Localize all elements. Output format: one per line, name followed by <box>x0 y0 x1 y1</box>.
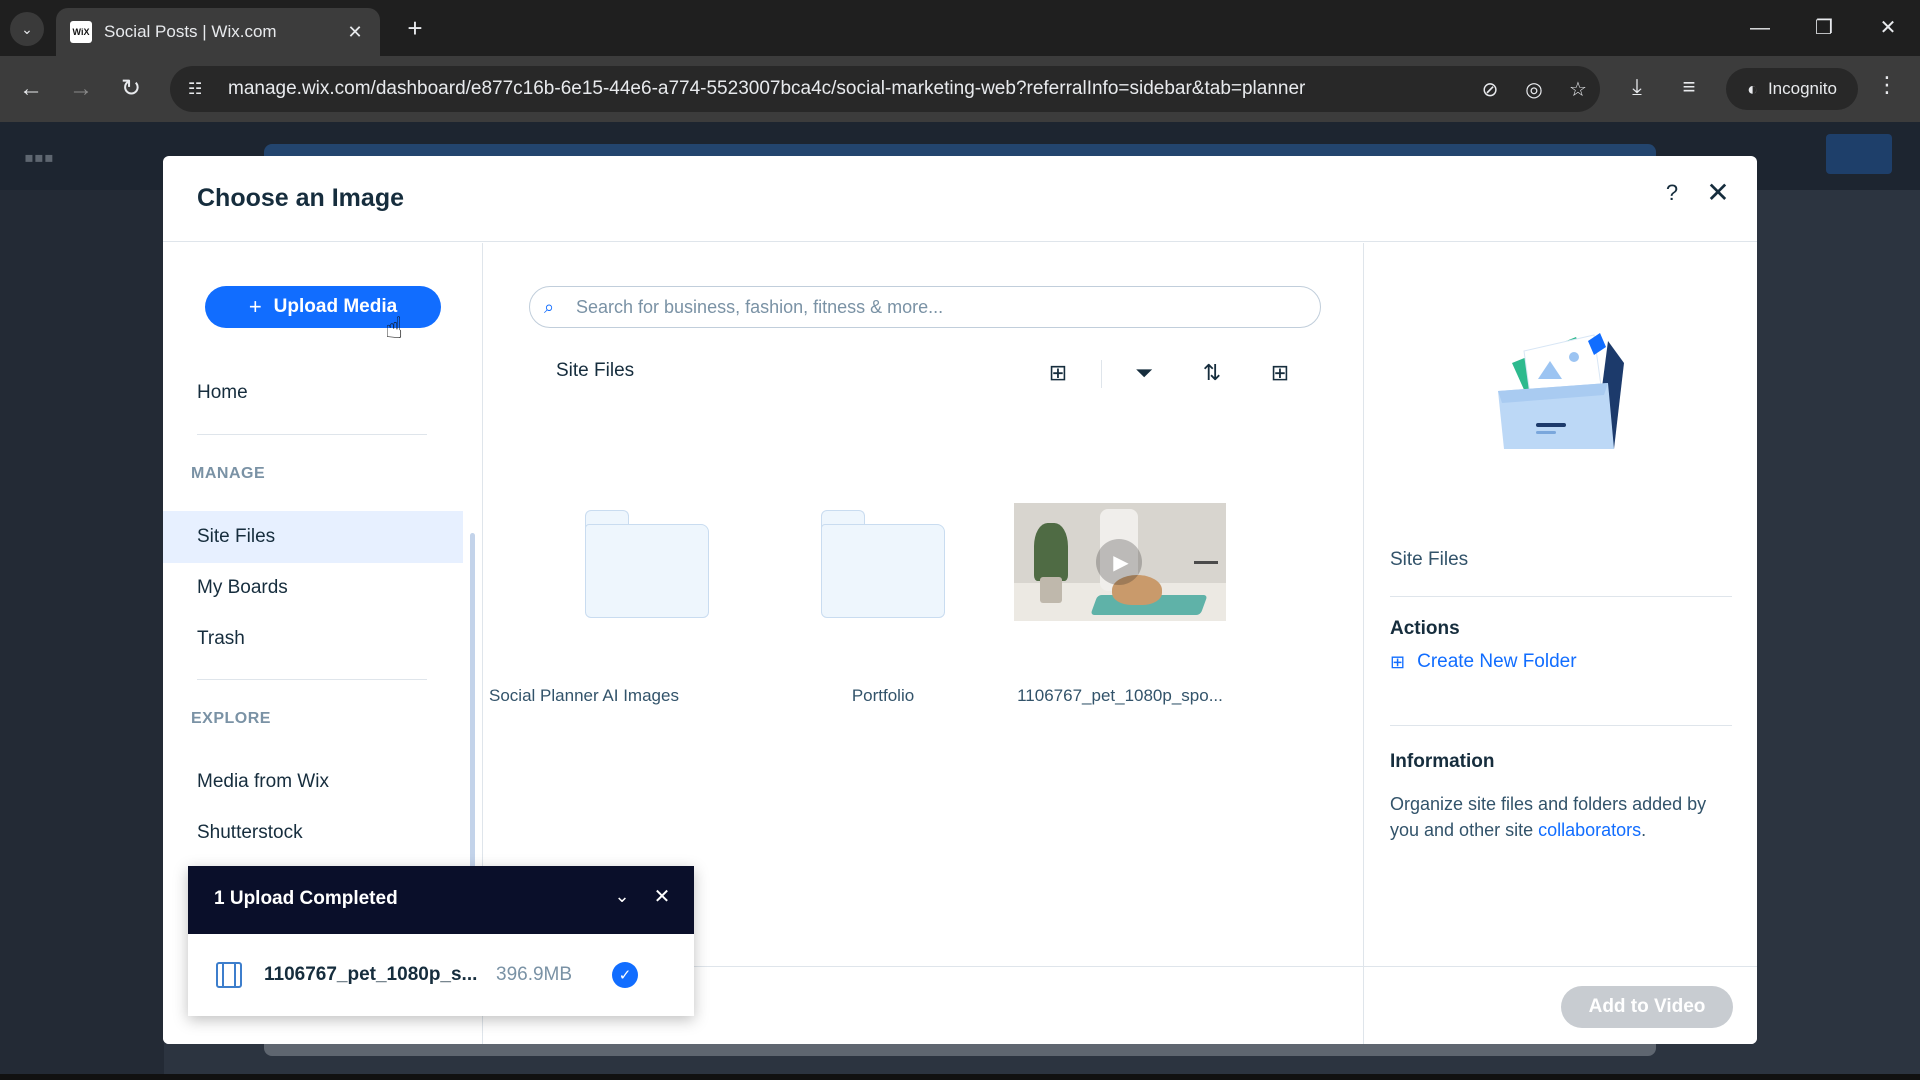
minimize-icon[interactable]: — <box>1740 12 1780 44</box>
create-new-folder-link[interactable]: ⊞ Create New Folder <box>1390 651 1577 673</box>
search-input[interactable] <box>576 296 1276 318</box>
upload-media-button[interactable]: + Upload Media <box>205 286 441 328</box>
breadcrumb: Site Files <box>556 360 635 381</box>
incognito-icon: ◐ <box>1747 78 1758 99</box>
sidebar-item-my-boards[interactable]: My Boards <box>163 562 463 614</box>
new-tab-button[interactable]: + <box>398 12 432 46</box>
actions-heading: Actions <box>1390 618 1460 639</box>
media-controls-icon[interactable]: ≡ <box>1672 74 1706 100</box>
details-panel: Site Files Actions ⊞ Create New Folder I… <box>1363 243 1757 1044</box>
collaborators-link[interactable]: collaborators <box>1538 820 1641 840</box>
information-end: . <box>1641 820 1647 840</box>
camera-off-icon[interactable]: ⊘ <box>1468 77 1512 102</box>
site-files-illustration-icon <box>1498 333 1624 449</box>
mouse-pointer-icon: ☝ <box>385 312 404 345</box>
dialog-title: Choose an Image <box>197 184 404 212</box>
upload-file-size: 396.9MB <box>496 964 573 985</box>
section-label-manage: MANAGE <box>191 465 266 482</box>
grid-view-icon[interactable]: ⊞ <box>1263 356 1297 390</box>
details-divider <box>1390 596 1732 597</box>
sidebar-divider <box>197 434 427 435</box>
sidebar-item-media-from-wix[interactable]: Media from Wix <box>163 756 463 808</box>
bottom-edge <box>0 1074 1920 1080</box>
dialog-header: Choose an Image ? ✕ <box>163 156 1757 242</box>
details-title: Site Files <box>1390 549 1469 570</box>
help-icon[interactable]: ? <box>1657 180 1687 206</box>
section-label-explore: EXPLORE <box>191 710 271 727</box>
upload-status-toast: 1 Upload Completed ⌄ ✕ 1106767_pet_1080p… <box>188 866 694 1016</box>
tab-title: Social Posts | Wix.com <box>104 22 277 41</box>
tab-close-icon[interactable]: ✕ <box>344 22 366 43</box>
play-icon[interactable]: ▶ <box>1096 539 1142 585</box>
folder-icon[interactable] <box>585 510 709 618</box>
add-to-video-button[interactable]: Add to Video <box>1561 986 1733 1028</box>
upload-file-row: 1106767_pet_1080p_s... 396.9MB ✓ <box>188 934 694 1016</box>
back-icon[interactable]: ← <box>12 70 50 108</box>
bookmark-star-icon[interactable]: ☆ <box>1556 77 1600 102</box>
download-icon[interactable]: ⤓ <box>1620 74 1654 100</box>
reload-icon[interactable]: ↻ <box>112 70 150 108</box>
item-label[interactable]: Portfolio <box>768 686 998 706</box>
url-text[interactable]: manage.wix.com/dashboard/e877c16b-6e15-4… <box>228 78 1468 100</box>
media-search-box[interactable]: ⌕ <box>529 286 1321 328</box>
eye-off-icon[interactable]: ◎ <box>1512 77 1556 102</box>
address-bar[interactable]: ☷ manage.wix.com/dashboard/e877c16b-6e15… <box>170 66 1600 112</box>
dashboard-sidebar <box>0 190 164 1074</box>
dashboard-bottom-bar <box>264 1042 1656 1056</box>
sidebar-divider <box>197 679 427 680</box>
wix-logo-icon: ▪▪▪ <box>24 142 54 173</box>
dashboard-upgrade-button <box>1826 134 1892 174</box>
new-folder-icon: ⊞ <box>1390 651 1406 672</box>
filter-icon[interactable]: ⏷ <box>1127 356 1161 390</box>
create-new-folder-label: Create New Folder <box>1417 651 1577 672</box>
new-folder-icon[interactable]: ⊞ <box>1041 356 1075 390</box>
item-label[interactable]: 1106767_pet_1080p_spo... <box>1005 686 1235 706</box>
information-text: Organize site files and folders added by… <box>1390 791 1740 843</box>
dialog-close-icon[interactable]: ✕ <box>1703 176 1733 209</box>
upload-file-name: 1106767_pet_1080p_s... <box>264 964 478 985</box>
item-label[interactable]: Social Planner AI Images <box>469 686 699 706</box>
search-icon: ⌕ <box>544 296 555 317</box>
incognito-badge[interactable]: ◐ Incognito <box>1726 68 1858 110</box>
details-divider <box>1390 725 1732 726</box>
check-icon: ✓ <box>612 962 638 988</box>
sidebar-item-shutterstock[interactable]: Shutterstock <box>163 807 463 859</box>
information-heading: Information <box>1390 751 1495 772</box>
sort-icon[interactable]: ⇅ <box>1195 356 1229 390</box>
site-info-icon[interactable]: ☷ <box>188 79 218 99</box>
video-file-icon <box>216 962 242 988</box>
sidebar-item-home[interactable]: Home <box>163 367 463 419</box>
incognito-label: Incognito <box>1767 79 1837 98</box>
forward-icon[interactable]: → <box>62 70 100 108</box>
sidebar-item-trash[interactable]: Trash <box>163 613 463 665</box>
tab-search-button[interactable]: ⌄ <box>10 12 44 46</box>
restore-icon[interactable]: ❐ <box>1804 12 1844 44</box>
toast-close-icon[interactable]: ✕ <box>648 884 676 909</box>
folder-icon[interactable] <box>821 510 945 618</box>
sidebar-item-site-files[interactable]: Site Files <box>163 511 463 563</box>
browser-toolbar: ← → ↻ ☷ manage.wix.com/dashboard/e877c16… <box>0 56 1920 122</box>
toast-title: 1 Upload Completed <box>214 888 398 909</box>
toolbar-divider <box>1101 360 1102 388</box>
video-thumbnail[interactable]: ▶ <box>1014 503 1226 621</box>
upload-media-label: Upload Media <box>273 296 398 317</box>
plus-icon: + <box>248 294 262 319</box>
wix-favicon-icon: WiX <box>70 21 92 43</box>
browser-tab[interactable]: WiX Social Posts | Wix.com ✕ <box>56 8 380 56</box>
browser-menu-icon[interactable]: ⋮ <box>1872 72 1902 98</box>
browser-tab-bar: ⌄ WiX Social Posts | Wix.com ✕ + — ❐ ✕ <box>0 0 1920 56</box>
toast-header: 1 Upload Completed ⌄ ✕ <box>188 866 694 934</box>
chevron-down-icon[interactable]: ⌄ <box>608 886 636 907</box>
window-close-icon[interactable]: ✕ <box>1868 12 1908 44</box>
